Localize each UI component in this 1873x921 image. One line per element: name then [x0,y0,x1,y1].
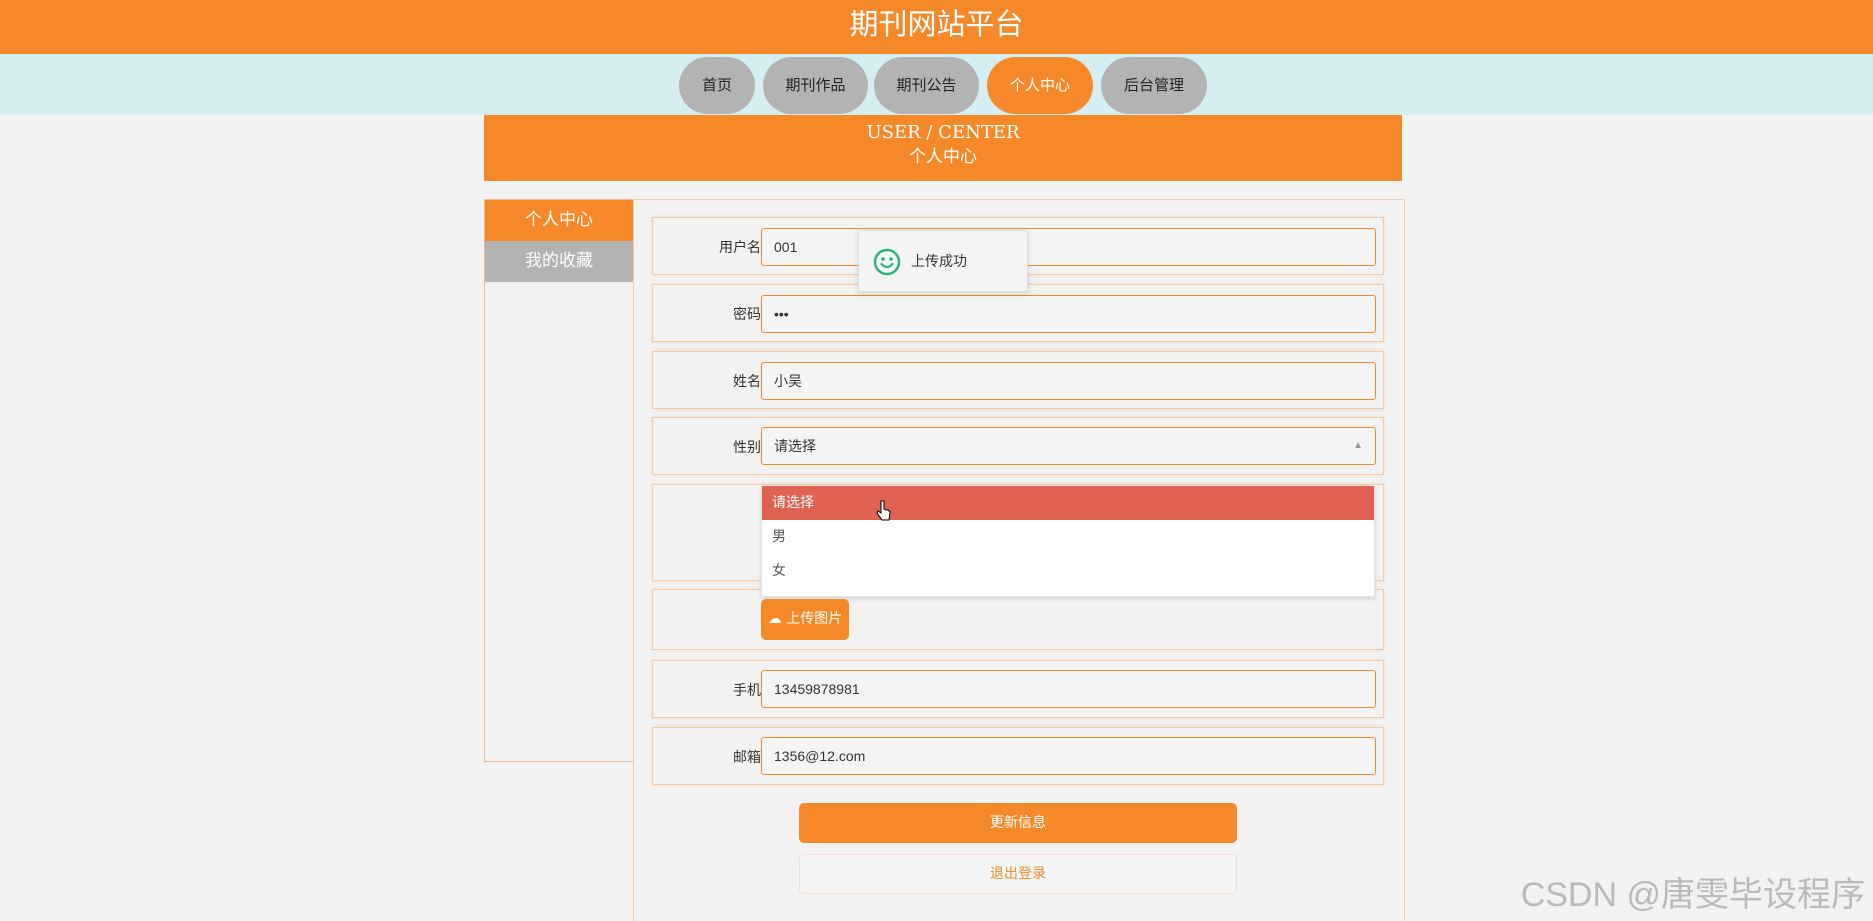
header-bar: 期刊网站平台 [0,0,1873,54]
gender-select[interactable]: 请选择 ▲ [761,427,1376,465]
main-nav: 首页 期刊作品 期刊公告 个人中心 后台管理 [0,54,1873,115]
user-sidebar: 个人中心 我的收藏 [484,199,634,762]
chevron-up-icon: ▲ [1353,440,1363,451]
name-label: 姓名 [733,374,761,390]
gender-label: 性别 [733,440,761,456]
name-row: 姓名 小吴 [652,351,1384,409]
success-toast: 上传成功 [858,230,1028,292]
email-row: 邮箱 1356@12.com [652,727,1384,785]
username-field[interactable]: 001 [761,228,1376,266]
site-title: 期刊网站平台 [849,7,1024,41]
gender-option-female[interactable]: 女 [762,554,1374,588]
username-label: 用户名 [719,240,761,256]
cloud-upload-icon: ☁ [767,611,782,627]
banner-title-cn: 个人中心 [909,147,977,167]
pointer-cursor-icon [876,500,891,521]
gender-select-value: 请选择 [774,438,816,454]
sidebar-item-user-center[interactable]: 个人中心 [485,200,633,241]
nav-journal-works[interactable]: 期刊作品 [763,57,868,114]
name-field[interactable]: 小吴 [761,362,1376,400]
page-banner: USER / CENTER 个人中心 [484,115,1402,181]
smile-icon [873,248,901,276]
password-row: 密码 ••• [652,284,1384,342]
password-label: 密码 [733,307,761,323]
sidebar-item-favorites[interactable]: 我的收藏 [485,241,633,282]
password-field[interactable]: ••• [761,295,1376,333]
nav-user-center[interactable]: 个人中心 [987,57,1093,114]
toast-message: 上传成功 [911,254,967,270]
upload-image-button[interactable]: ☁ 上传图片 [761,599,849,640]
phone-row: 手机 13459878981 [652,660,1384,718]
gender-dropdown: 请选择 男 女 [761,485,1375,597]
gender-option-male[interactable]: 男 [762,520,1374,554]
gender-option-placeholder[interactable]: 请选择 [762,486,1374,520]
banner-title-en: USER / CENTER [866,122,1020,143]
upload-image-label: 上传图片 [786,611,843,627]
nav-home[interactable]: 首页 [679,57,755,114]
email-field[interactable]: 1356@12.com [761,737,1376,775]
update-info-button[interactable]: 更新信息 [799,803,1237,843]
gender-row: 性别 请选择 ▲ [652,417,1384,475]
phone-field[interactable]: 13459878981 [761,670,1376,708]
nav-admin[interactable]: 后台管理 [1101,57,1207,114]
phone-label: 手机 [733,683,761,699]
watermark: CSDN @唐雯毕设程序 [1520,876,1865,914]
nav-journal-notices[interactable]: 期刊公告 [874,57,979,114]
email-label: 邮箱 [733,750,761,766]
logout-button[interactable]: 退出登录 [799,854,1237,894]
